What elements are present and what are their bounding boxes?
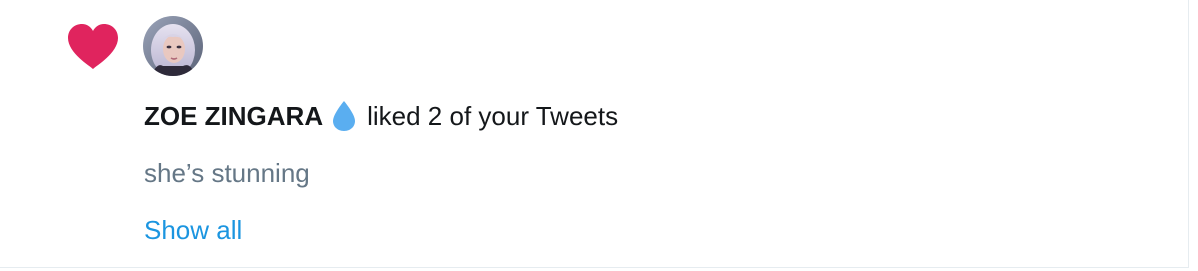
tweet-preview-text[interactable]: she’s stunning: [144, 158, 310, 189]
avatar[interactable]: [143, 16, 203, 76]
like-notification[interactable]: ZOE ZINGARA liked 2 of your Tweets she’s…: [0, 0, 1189, 268]
heart-icon: [68, 24, 118, 69]
show-all-link[interactable]: Show all: [144, 215, 242, 246]
notification-headline: ZOE ZINGARA liked 2 of your Tweets: [144, 99, 618, 133]
action-text: liked 2 of your Tweets: [367, 100, 619, 131]
water-drop-icon: [333, 101, 356, 131]
user-name[interactable]: ZOE ZINGARA: [144, 101, 323, 132]
